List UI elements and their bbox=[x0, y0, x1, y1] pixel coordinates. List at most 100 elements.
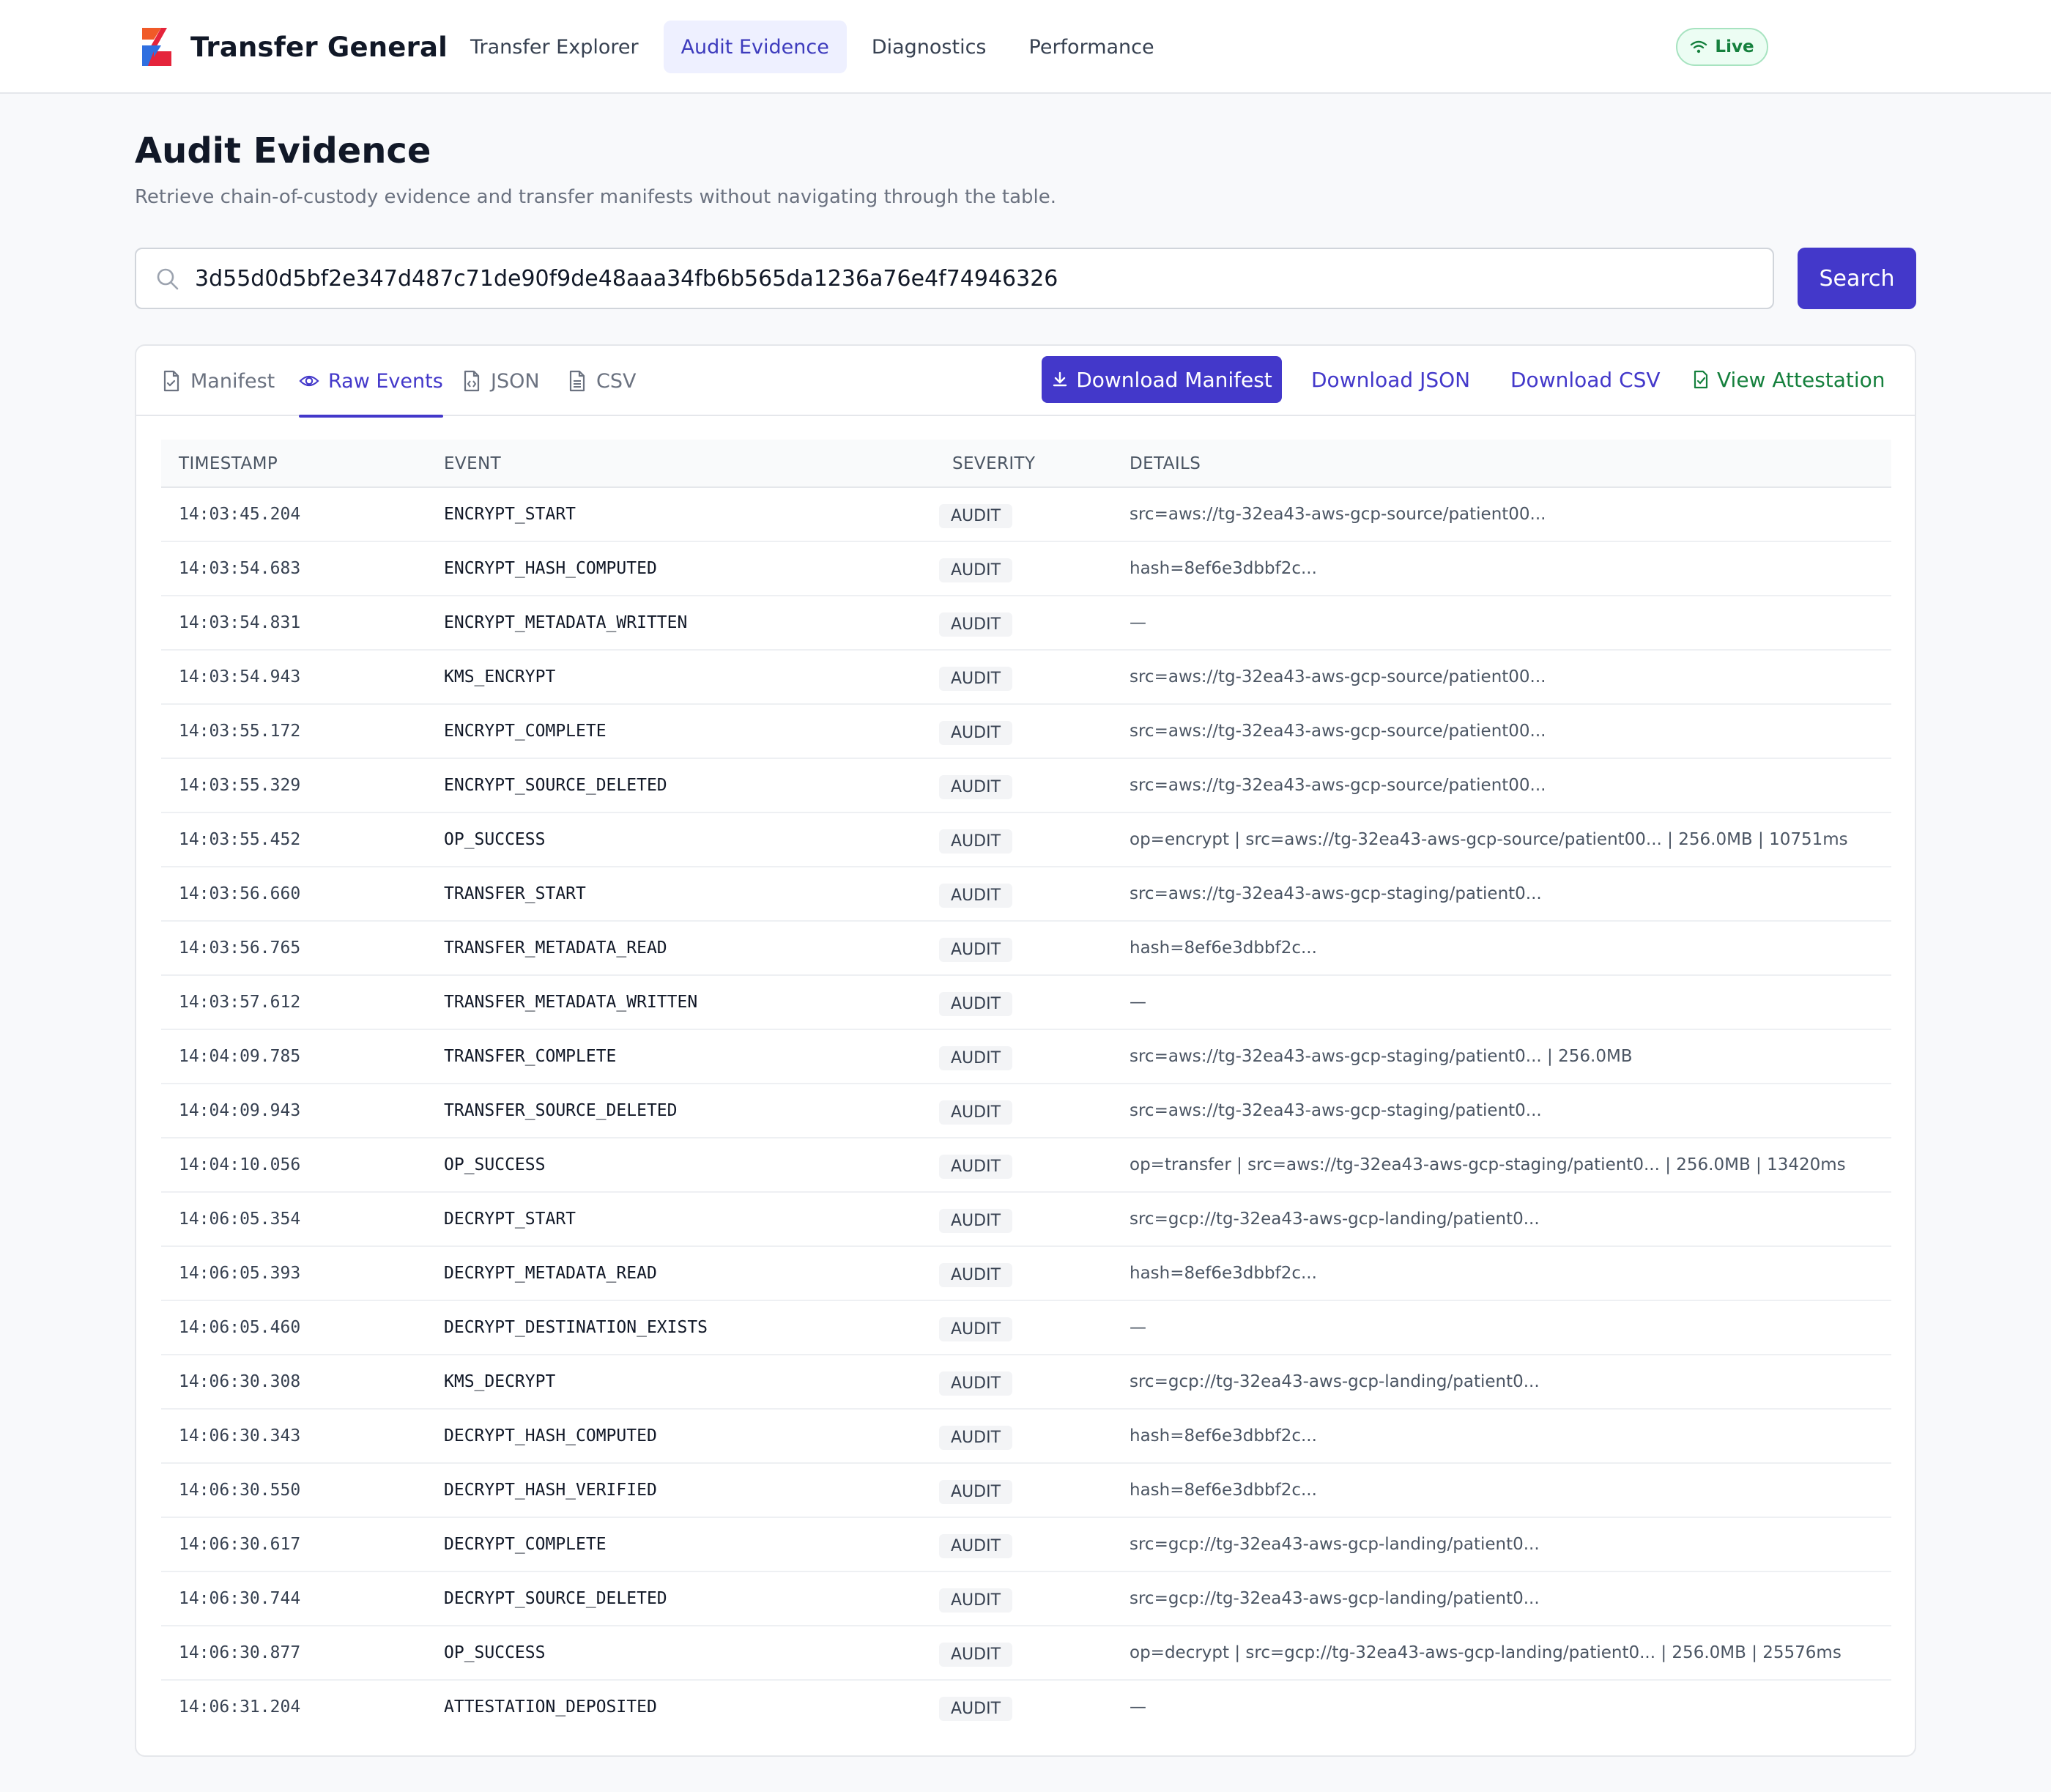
severity-badge: AUDIT bbox=[939, 1425, 1013, 1450]
cell-details: src=aws://tg-32ea43-aws-gcp-source/patie… bbox=[1130, 667, 1546, 686]
cell-severity: AUDIT bbox=[939, 1626, 1100, 1679]
cell-details: src=aws://tg-32ea43-aws-gcp-source/patie… bbox=[1130, 505, 1546, 524]
severity-badge: AUDIT bbox=[939, 1479, 1013, 1504]
cell-severity: AUDIT bbox=[939, 488, 1100, 541]
table-row[interactable]: 14:06:05.393 DECRYPT_METADATA_READ AUDIT ha… bbox=[161, 1247, 1891, 1301]
cell-details: src=aws://tg-32ea43-aws-gcp-source/patie… bbox=[1130, 776, 1546, 795]
cell-details: — bbox=[1130, 1697, 1146, 1717]
tab-json[interactable]: JSON bbox=[461, 346, 540, 416]
cell-event: OP_SUCCESS bbox=[444, 1643, 546, 1662]
tab-raw-events-label: Raw Events bbox=[328, 369, 443, 393]
main-nav: Transfer Explorer Audit Evidence Diagnos… bbox=[453, 21, 1172, 73]
column-header-details[interactable]: DETAILS bbox=[1130, 440, 1201, 488]
cell-event: ENCRYPT_METADATA_WRITTEN bbox=[444, 613, 688, 632]
download-manifest-button[interactable]: Download Manifest bbox=[1042, 356, 1282, 403]
cell-timestamp: 14:04:09.943 bbox=[179, 1101, 301, 1120]
cell-details: src=gcp://tg-32ea43-aws-gcp-landing/pati… bbox=[1130, 1535, 1540, 1554]
table-row[interactable]: 14:03:55.329 ENCRYPT_SOURCE_DELETED AUDIT s… bbox=[161, 759, 1891, 813]
tab-manifest[interactable]: Manifest bbox=[161, 346, 275, 416]
cell-details: — bbox=[1130, 1318, 1146, 1337]
table-row[interactable]: 14:04:09.943 TRANSFER_SOURCE_DELETED AUDIT… bbox=[161, 1084, 1891, 1138]
table-row[interactable]: 14:03:57.612 TRANSFER_METADATA_WRITTEN AUD… bbox=[161, 976, 1891, 1030]
cell-details: hash=8ef6e3dbbf2c... bbox=[1130, 1426, 1317, 1445]
table-row[interactable]: 14:06:30.744 DECRYPT_SOURCE_DELETED AUDIT s… bbox=[161, 1572, 1891, 1626]
cell-timestamp: 14:06:30.308 bbox=[179, 1372, 301, 1391]
table-row[interactable]: 14:03:55.172 ENCRYPT_COMPLETE AUDIT src=aws… bbox=[161, 705, 1891, 759]
table-row[interactable]: 14:06:30.343 DECRYPT_HASH_COMPUTED AUDIT ha… bbox=[161, 1410, 1891, 1464]
search-box bbox=[135, 248, 1774, 309]
tab-manifest-label: Manifest bbox=[190, 369, 275, 393]
cell-details: src=aws://tg-32ea43-aws-gcp-staging/pati… bbox=[1130, 884, 1542, 903]
top-navigation-bar: Transfer General Transfer Explorer Audit… bbox=[0, 0, 2051, 94]
nav-diagnostics[interactable]: Diagnostics bbox=[854, 21, 1004, 73]
search-button[interactable]: Search bbox=[1798, 248, 1916, 309]
brand[interactable]: Transfer General bbox=[139, 26, 448, 67]
severity-badge: AUDIT bbox=[939, 991, 1013, 1016]
nav-performance[interactable]: Performance bbox=[1012, 21, 1172, 73]
severity-badge: AUDIT bbox=[939, 1642, 1013, 1667]
cell-event: TRANSFER_START bbox=[444, 884, 586, 903]
cell-timestamp: 14:03:55.329 bbox=[179, 776, 301, 795]
severity-badge: AUDIT bbox=[939, 883, 1013, 908]
page-title: Audit Evidence bbox=[135, 130, 431, 171]
cell-details: src=aws://tg-32ea43-aws-gcp-staging/pati… bbox=[1130, 1047, 1633, 1066]
view-attestation-button[interactable]: View Attestation bbox=[1692, 356, 1885, 403]
wifi-icon bbox=[1691, 40, 1707, 53]
cell-timestamp: 14:06:31.204 bbox=[179, 1697, 301, 1717]
download-json-button[interactable]: Download JSON bbox=[1311, 356, 1470, 403]
cell-event: DECRYPT_START bbox=[444, 1210, 576, 1229]
app-name: Transfer General bbox=[190, 31, 448, 63]
cell-severity: AUDIT bbox=[939, 867, 1100, 920]
cell-severity: AUDIT bbox=[939, 1138, 1100, 1191]
cell-event: DECRYPT_DESTINATION_EXISTS bbox=[444, 1318, 708, 1337]
nav-audit-evidence[interactable]: Audit Evidence bbox=[663, 21, 847, 73]
severity-badge: AUDIT bbox=[939, 666, 1013, 691]
table-row[interactable]: 14:03:55.452 OP_SUCCESS AUDIT op=encrypt | … bbox=[161, 813, 1891, 867]
tab-csv-label: CSV bbox=[596, 369, 637, 393]
table-row[interactable]: 14:04:09.785 TRANSFER_COMPLETE AUDIT src=aw… bbox=[161, 1030, 1891, 1084]
severity-badge: AUDIT bbox=[939, 612, 1013, 637]
table-row[interactable]: 14:06:30.550 DECRYPT_HASH_VERIFIED AUDIT ha… bbox=[161, 1464, 1891, 1518]
table-row[interactable]: 14:06:30.877 OP_SUCCESS AUDIT op=decrypt | … bbox=[161, 1626, 1891, 1681]
table-row[interactable]: 14:06:30.617 DECRYPT_COMPLETE AUDIT src=gcp… bbox=[161, 1518, 1891, 1572]
table-row[interactable]: 14:03:56.660 TRANSFER_START AUDIT src=aws:/… bbox=[161, 867, 1891, 922]
nav-transfer-explorer[interactable]: Transfer Explorer bbox=[453, 21, 656, 73]
severity-badge: AUDIT bbox=[939, 1533, 1013, 1558]
cell-severity: AUDIT bbox=[939, 813, 1100, 866]
cell-severity: AUDIT bbox=[939, 1084, 1100, 1137]
cell-event: DECRYPT_SOURCE_DELETED bbox=[444, 1589, 667, 1608]
table-row[interactable]: 14:06:05.354 DECRYPT_START AUDIT src=gcp://… bbox=[161, 1193, 1891, 1247]
tab-csv[interactable]: CSV bbox=[567, 346, 636, 416]
cell-details: op=decrypt | src=gcp://tg-32ea43-aws-gcp… bbox=[1130, 1643, 1842, 1662]
cell-details: src=gcp://tg-32ea43-aws-gcp-landing/pati… bbox=[1130, 1589, 1540, 1608]
table-row[interactable]: 14:04:10.056 OP_SUCCESS AUDIT op=transfer |… bbox=[161, 1138, 1891, 1193]
cell-severity: AUDIT bbox=[939, 759, 1100, 812]
live-label: Live bbox=[1715, 37, 1754, 56]
search-input[interactable] bbox=[195, 256, 1755, 300]
cell-severity: AUDIT bbox=[939, 542, 1100, 595]
cell-severity: AUDIT bbox=[939, 1410, 1100, 1462]
column-header-severity[interactable]: SEVERITY bbox=[952, 440, 1035, 488]
table-row[interactable]: 14:03:54.943 KMS_ENCRYPT AUDIT src=aws://tg… bbox=[161, 651, 1891, 705]
severity-badge: AUDIT bbox=[939, 720, 1013, 745]
table-row[interactable]: 14:03:56.765 TRANSFER_METADATA_READ AUDIT h… bbox=[161, 922, 1891, 976]
table-row[interactable]: 14:06:31.204 ATTESTATION_DEPOSITED AUDIT — bbox=[161, 1681, 1891, 1735]
search-icon bbox=[157, 268, 179, 290]
table-row[interactable]: 14:03:54.831 ENCRYPT_METADATA_WRITTEN AUDI… bbox=[161, 596, 1891, 651]
cell-timestamp: 14:03:55.172 bbox=[179, 722, 301, 741]
table-row[interactable]: 14:03:54.683 ENCRYPT_HASH_COMPUTED AUDIT ha… bbox=[161, 542, 1891, 596]
tab-json-label: JSON bbox=[491, 369, 540, 393]
cell-timestamp: 14:03:54.943 bbox=[179, 667, 301, 686]
column-header-event[interactable]: EVENT bbox=[444, 440, 501, 488]
download-csv-button[interactable]: Download CSV bbox=[1510, 356, 1661, 403]
cell-timestamp: 14:06:30.343 bbox=[179, 1426, 301, 1445]
download-icon bbox=[1053, 371, 1067, 387]
table-row[interactable]: 14:03:45.204 ENCRYPT_START AUDIT src=aws://… bbox=[161, 488, 1891, 542]
cell-event: TRANSFER_COMPLETE bbox=[444, 1047, 617, 1066]
cell-timestamp: 14:03:45.204 bbox=[179, 505, 301, 524]
table-row[interactable]: 14:06:30.308 KMS_DECRYPT AUDIT src=gcp://tg… bbox=[161, 1355, 1891, 1410]
column-header-timestamp[interactable]: TIMESTAMP bbox=[179, 440, 278, 488]
table-row[interactable]: 14:06:05.460 DECRYPT_DESTINATION_EXISTS AU… bbox=[161, 1301, 1891, 1355]
cell-severity: AUDIT bbox=[939, 1518, 1100, 1571]
tab-raw-events[interactable]: Raw Events bbox=[299, 346, 443, 418]
